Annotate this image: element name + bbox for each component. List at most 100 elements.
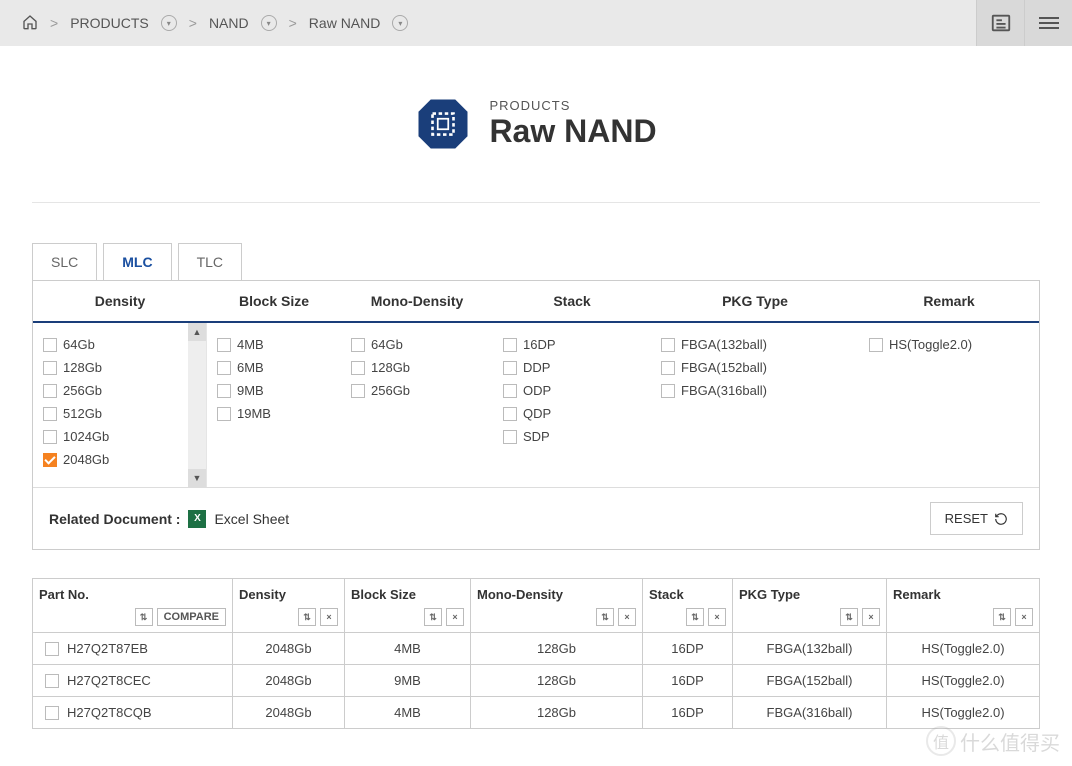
filter-block-option[interactable]: 4MB — [215, 333, 333, 356]
filter-stack-option[interactable]: ODP — [501, 379, 643, 402]
related-link[interactable]: Excel Sheet — [214, 511, 289, 527]
filter-stack-option[interactable]: 16DP — [501, 333, 643, 356]
sort-button[interactable]: ⇅ — [424, 608, 442, 626]
breadcrumb-rawnand[interactable]: Raw NAND — [309, 15, 381, 31]
scrollbar-track[interactable] — [188, 341, 206, 469]
filter-header-block: Block Size — [207, 281, 341, 321]
page-hero: PRODUCTS Raw NAND — [0, 46, 1072, 182]
breadcrumb-nand[interactable]: NAND — [209, 15, 249, 31]
filter-density-option[interactable]: 64Gb — [41, 333, 198, 356]
refresh-icon — [994, 512, 1008, 526]
th-remark: Remark ⇅× — [887, 579, 1040, 633]
filter-header-remark: Remark — [859, 281, 1039, 321]
th-density: Density ⇅× — [233, 579, 345, 633]
checkbox-icon — [43, 384, 57, 398]
filter-mono-option[interactable]: 64Gb — [349, 333, 485, 356]
checkbox-icon — [351, 361, 365, 375]
checkbox-icon — [503, 361, 517, 375]
th-part: Part No. ⇅ COMPARE — [33, 579, 233, 633]
filter-stack-option[interactable]: QDP — [501, 402, 643, 425]
news-icon[interactable] — [976, 0, 1024, 46]
sort-button[interactable]: ⇅ — [993, 608, 1011, 626]
breadcrumb-products[interactable]: PRODUCTS — [70, 15, 149, 31]
remove-column-button[interactable]: × — [862, 608, 880, 626]
filter-pkg-option[interactable]: FBGA(316ball) — [659, 379, 851, 402]
checkbox-label: 4MB — [237, 337, 264, 352]
checkbox-label: 1024Gb — [63, 429, 109, 444]
filter-mono-option[interactable]: 256Gb — [349, 379, 485, 402]
cell-remark: HS(Toggle2.0) — [887, 697, 1040, 729]
cell-block: 4MB — [345, 697, 471, 729]
checkbox-label: 64Gb — [63, 337, 95, 352]
compare-button[interactable]: COMPARE — [157, 608, 226, 626]
tab-slc[interactable]: SLC — [32, 243, 97, 280]
part-number[interactable]: H27Q2T87EB — [67, 641, 148, 656]
sort-button[interactable]: ⇅ — [135, 608, 153, 626]
remove-column-button[interactable]: × — [708, 608, 726, 626]
cell-density: 2048Gb — [233, 697, 345, 729]
sort-button[interactable]: ⇅ — [686, 608, 704, 626]
row-checkbox[interactable] — [45, 706, 59, 720]
part-number[interactable]: H27Q2T8CEC — [67, 673, 151, 688]
remove-column-button[interactable]: × — [320, 608, 338, 626]
sort-button[interactable]: ⇅ — [840, 608, 858, 626]
filter-density-option[interactable]: 128Gb — [41, 356, 198, 379]
part-number[interactable]: H27Q2T8CQB — [67, 705, 152, 720]
table-row: H27Q2T8CQB2048Gb4MB128Gb16DPFBGA(316ball… — [33, 697, 1040, 729]
checkbox-icon — [217, 338, 231, 352]
breadcrumb-dropdown-icon[interactable]: ▾ — [161, 15, 177, 31]
checkbox-icon — [503, 338, 517, 352]
breadcrumb-dropdown-icon[interactable]: ▾ — [261, 15, 277, 31]
checkbox-icon — [217, 361, 231, 375]
cell-stack: 16DP — [643, 633, 733, 665]
filter-stack-option[interactable]: SDP — [501, 425, 643, 448]
reset-button[interactable]: RESET — [930, 502, 1023, 535]
remove-column-button[interactable]: × — [618, 608, 636, 626]
checkbox-icon — [869, 338, 883, 352]
filter-density-option[interactable]: 2048Gb — [41, 448, 198, 471]
tab-tlc[interactable]: TLC — [178, 243, 242, 280]
filter-block-option[interactable]: 9MB — [215, 379, 333, 402]
table-row: H27Q2T87EB2048Gb4MB128Gb16DPFBGA(132ball… — [33, 633, 1040, 665]
checkbox-icon — [661, 384, 675, 398]
cell-stack: 16DP — [643, 697, 733, 729]
checkbox-label: ODP — [523, 383, 551, 398]
filter-header-density: Density — [33, 281, 207, 321]
checkbox-icon — [503, 407, 517, 421]
th-density-label: Density — [239, 587, 286, 602]
scroll-up-button[interactable]: ▲ — [188, 323, 206, 341]
divider — [32, 202, 1040, 203]
tab-mlc[interactable]: MLC — [103, 243, 171, 280]
filter-remark-option[interactable]: HS(Toggle2.0) — [867, 333, 1031, 356]
filter-col-block: 4MB 6MB9MB19MB — [207, 323, 341, 487]
cell-remark: HS(Toggle2.0) — [887, 665, 1040, 697]
checkbox-label: 256Gb — [63, 383, 102, 398]
checkbox-label: HS(Toggle2.0) — [889, 337, 972, 352]
cell-stack: 16DP — [643, 665, 733, 697]
filter-mono-option[interactable]: 128Gb — [349, 356, 485, 379]
th-pkg-label: PKG Type — [739, 587, 800, 602]
filter-stack-option[interactable]: DDP — [501, 356, 643, 379]
filter-density-option[interactable]: 512Gb — [41, 402, 198, 425]
watermark-badge: 值 — [926, 726, 956, 756]
hero-subtitle: PRODUCTS — [489, 98, 656, 113]
sort-button[interactable]: ⇅ — [596, 608, 614, 626]
breadcrumb-dropdown-icon[interactable]: ▾ — [392, 15, 408, 31]
checkbox-label: QDP — [523, 406, 551, 421]
filter-col-pkg: FBGA(132ball)FBGA(152ball)FBGA(316ball) — [651, 323, 859, 487]
filter-header: Density Block Size Mono-Density Stack PK… — [33, 281, 1039, 323]
filter-block-option[interactable]: 19MB — [215, 402, 333, 425]
filter-pkg-option[interactable]: FBGA(152ball) — [659, 356, 851, 379]
remove-column-button[interactable]: × — [446, 608, 464, 626]
sort-button[interactable]: ⇅ — [298, 608, 316, 626]
remove-column-button[interactable]: × — [1015, 608, 1033, 626]
filter-density-option[interactable]: 256Gb — [41, 379, 198, 402]
filter-pkg-option[interactable]: FBGA(132ball) — [659, 333, 851, 356]
filter-block-option[interactable]: 6MB — [215, 356, 333, 379]
filter-density-option[interactable]: 1024Gb — [41, 425, 198, 448]
row-checkbox[interactable] — [45, 674, 59, 688]
row-checkbox[interactable] — [45, 642, 59, 656]
scroll-down-button[interactable]: ▼ — [188, 469, 206, 487]
home-icon[interactable] — [22, 14, 38, 33]
menu-icon[interactable] — [1024, 0, 1072, 46]
